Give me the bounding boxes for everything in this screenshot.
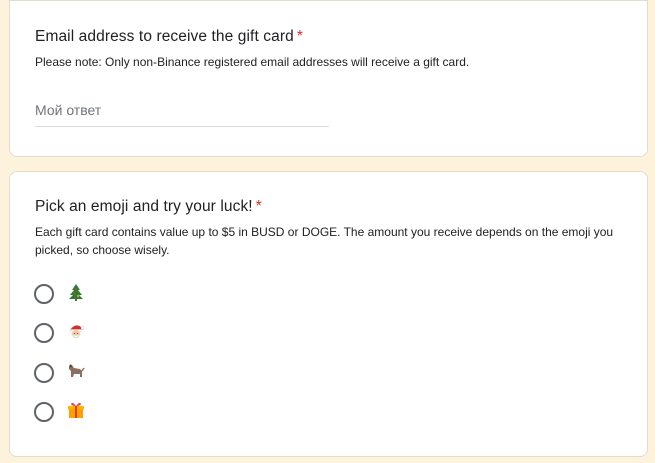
emoji-option-santa[interactable]	[34, 322, 154, 344]
email-answer-placeholder: Мой ответ	[35, 102, 102, 118]
email-answer-input[interactable]: Мой ответ	[35, 97, 329, 127]
emoji-question-title: Pick an emoji and try your luck! *	[35, 198, 262, 216]
email-question-title-text: Email address to receive the gift card	[35, 28, 294, 45]
radio-button[interactable]	[34, 323, 54, 343]
emoji-option-dog[interactable]	[34, 362, 154, 384]
emoji-question-description: Each gift card contains value up to $5 i…	[35, 225, 614, 257]
email-question-description: Please note: Only non-Binance registered…	[35, 55, 470, 69]
emoji-question-card: Pick an emoji and try your luck! * Each g…	[9, 171, 648, 457]
radio-button[interactable]	[34, 363, 54, 383]
email-question-card: Email address to receive the gift card * …	[9, 0, 648, 157]
emoji-option-christmas-tree[interactable]	[34, 283, 154, 305]
dog-icon	[69, 364, 85, 377]
emoji-option-gift[interactable]	[34, 401, 154, 423]
radio-button[interactable]	[34, 402, 54, 422]
wrapped-gift-icon	[68, 402, 84, 418]
christmas-tree-icon	[69, 284, 83, 301]
santa-claus-icon	[69, 325, 85, 338]
radio-button[interactable]	[34, 284, 54, 304]
required-asterisk: *	[296, 28, 303, 45]
required-asterisk: *	[255, 198, 262, 215]
emoji-question-title-text: Pick an emoji and try your luck!	[35, 198, 253, 215]
email-question-title: Email address to receive the gift card *	[35, 28, 303, 46]
